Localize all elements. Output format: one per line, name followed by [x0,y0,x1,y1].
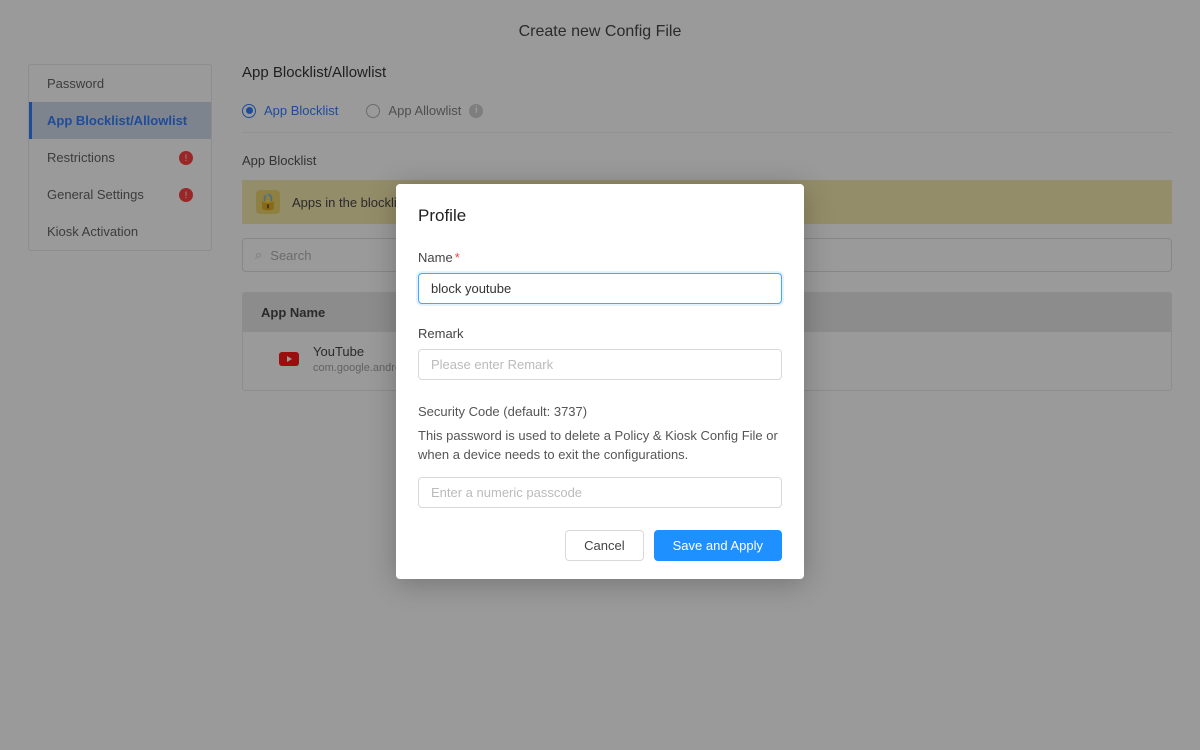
name-input[interactable] [418,273,782,304]
remark-input[interactable] [418,349,782,380]
remark-label: Remark [418,326,782,341]
modal-title: Profile [418,206,782,226]
profile-modal: Profile Name* Remark Security Code (defa… [396,184,804,579]
security-code-help: This password is used to delete a Policy… [418,426,782,465]
cancel-button[interactable]: Cancel [565,530,643,561]
name-label: Name* [418,250,782,265]
save-apply-button[interactable]: Save and Apply [654,530,782,561]
security-code-input[interactable] [418,477,782,508]
security-code-label: Security Code (default: 3737) [418,402,782,422]
